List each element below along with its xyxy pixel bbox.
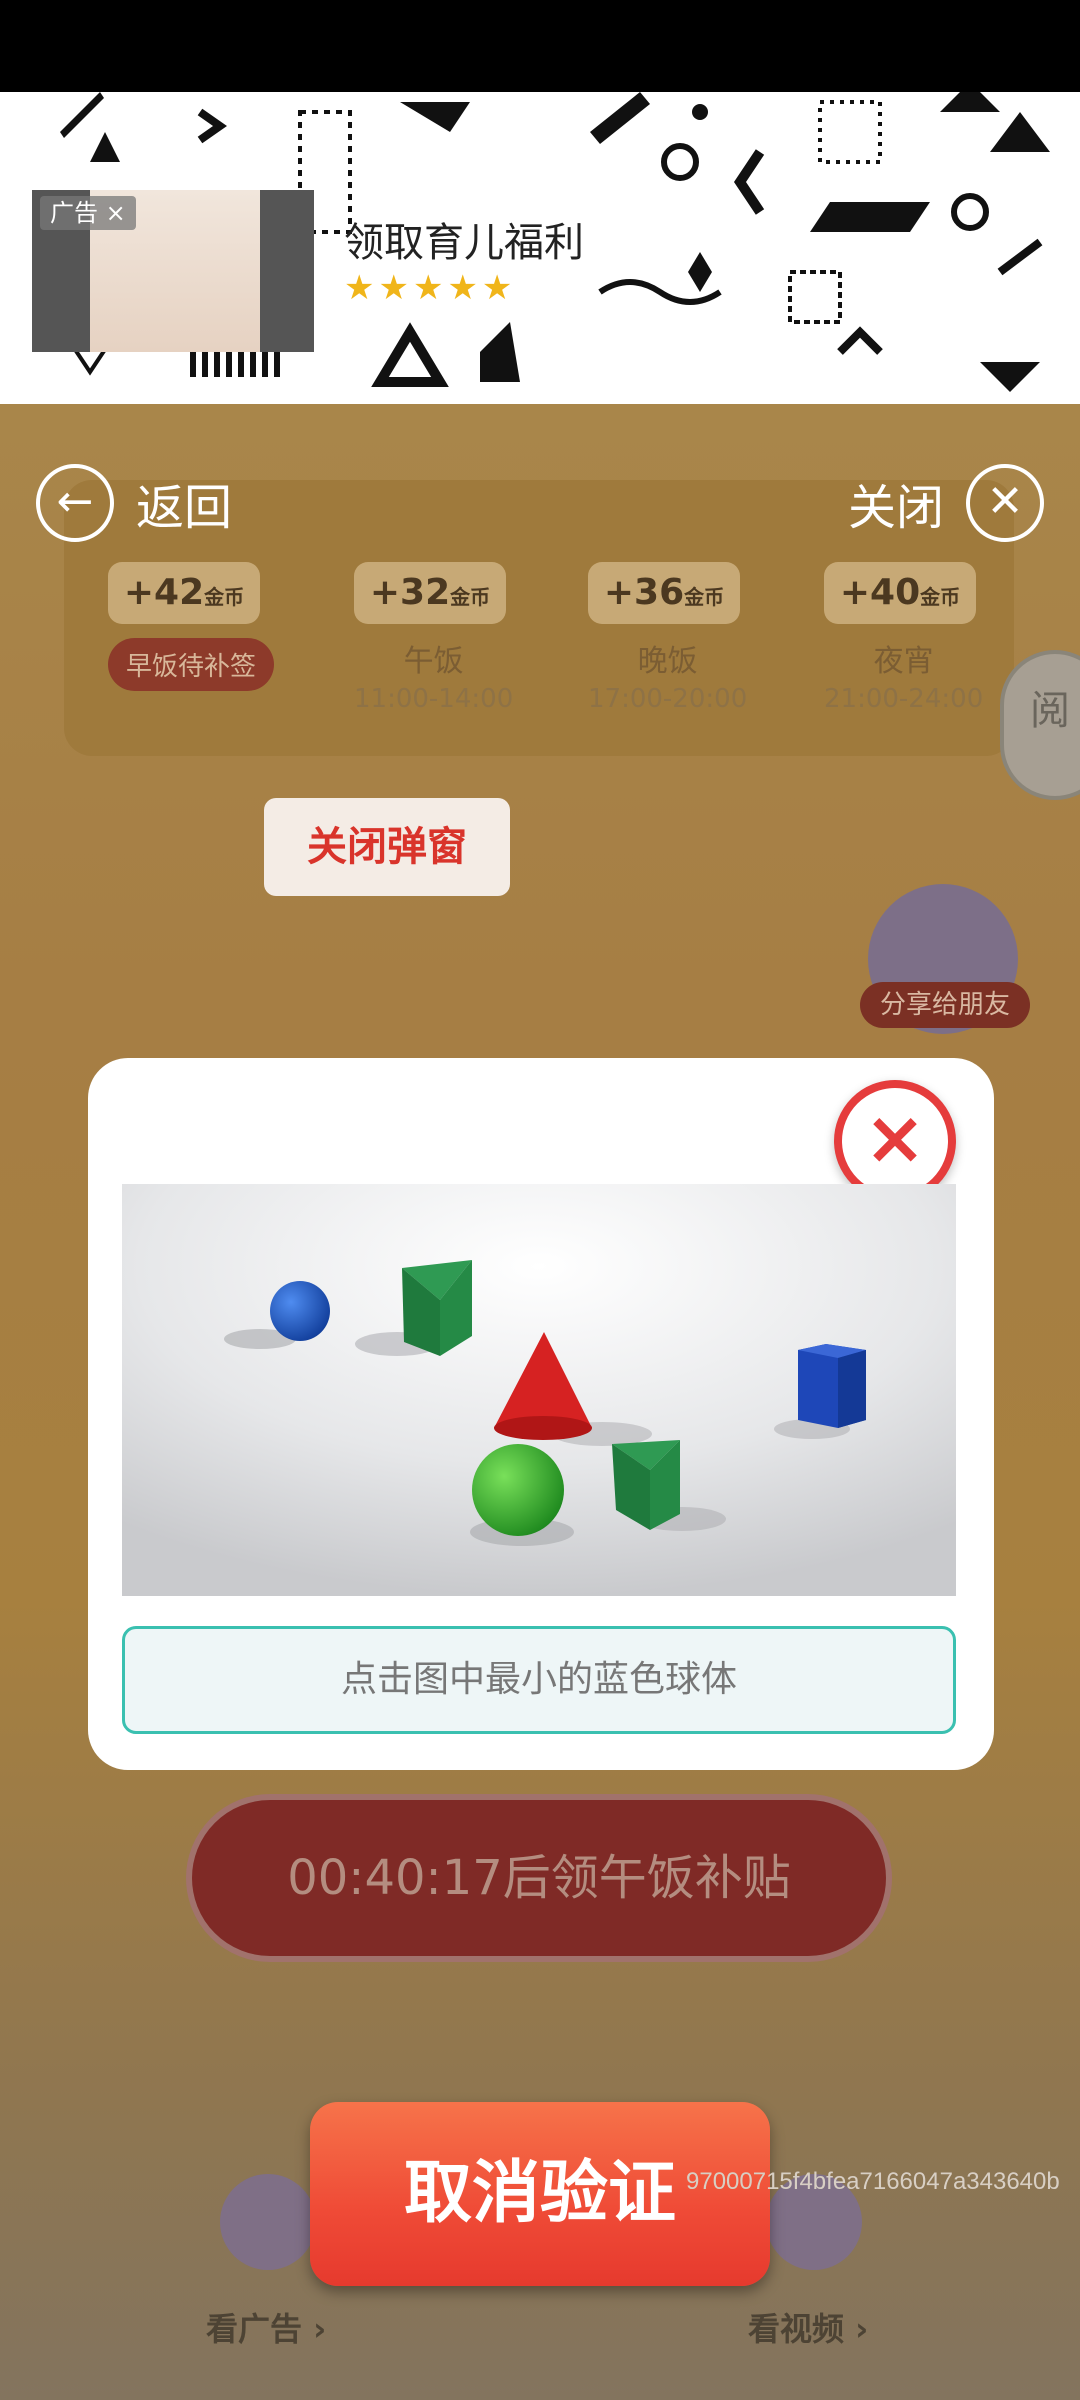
meal-name: 晚饭 [637,644,698,679]
watch-video-link[interactable]: 看视频 › [748,2304,868,2350]
captcha-scene [122,1184,956,1596]
meal-time: 11:00-14:00 [354,684,514,714]
close-label[interactable]: 关闭 [848,468,944,538]
meal-name: 午饭 [403,644,464,679]
captcha-prompt: 点击图中最小的蓝色球体 [122,1626,956,1734]
ad-banner[interactable]: 广告 × 领取育儿福利 ★★★★★ [0,92,1080,404]
blue-hex-prism[interactable] [798,1344,866,1428]
meal-time: 21:00-24:00 [824,684,984,714]
ad-tag[interactable]: 广告 × [40,196,136,230]
close-popup-button[interactable]: 关闭弹窗 [264,798,510,896]
close-page-button[interactable]: 关闭 ✕ [848,464,1044,542]
share-button[interactable]: 分享给朋友 [860,982,1030,1028]
ad-rating-stars: ★★★★★ [344,268,517,308]
meal-item-breakfast[interactable]: +42金币 早饭待补签 [108,562,275,691]
status-bar [0,0,1080,92]
coin-badge: +36金币 [588,562,740,624]
back-label[interactable]: 返回 [136,468,232,538]
session-id-text: 97000715f4bfea7166047a343640b [686,2168,1060,2195]
meal-item-late-snack[interactable]: +40金币 夜宵 21:00-24:00 [824,562,983,714]
meal-time: 17:00-20:00 [588,684,748,714]
coin-badge: +40金币 [824,562,976,624]
reading-side-badge[interactable]: 阅 [1000,650,1080,800]
meal-item-dinner[interactable]: +36金币 晚饭 17:00-20:00 [588,562,747,714]
watch-ad-link[interactable]: 看广告 › [206,2304,326,2350]
makeup-signin-badge[interactable]: 早饭待补签 [108,638,275,691]
green-prism-1[interactable] [402,1260,472,1356]
meal-name: 夜宵 [873,644,934,679]
coin-badge: +42金币 [108,562,260,624]
ad-title[interactable]: 领取育儿福利 [344,210,584,268]
captcha-image[interactable] [122,1184,956,1596]
tv-icon[interactable] [220,2174,316,2270]
lunch-countdown-button[interactable]: 00:40:17后领午饭补贴 [186,1794,892,1962]
green-sphere[interactable] [472,1444,564,1536]
back-button[interactable]: ← 返回 [36,464,232,542]
meal-item-lunch[interactable]: +32金币 午饭 11:00-14:00 [354,562,513,714]
blue-sphere[interactable] [270,1281,330,1341]
close-icon[interactable]: ✕ [966,464,1044,542]
coin-badge: +32金币 [354,562,506,624]
back-arrow-icon[interactable]: ← [36,464,114,542]
